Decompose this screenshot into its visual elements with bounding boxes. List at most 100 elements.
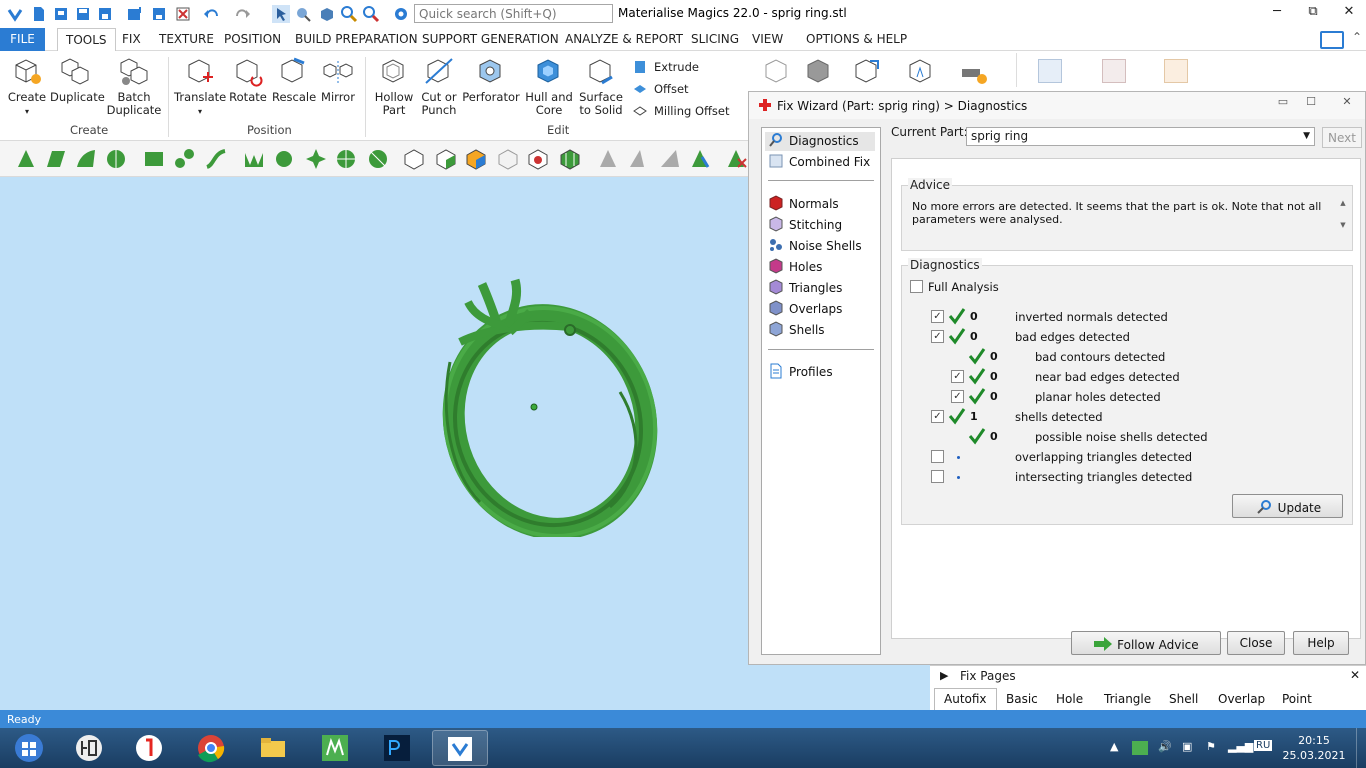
mark-triangle-icon[interactable] [14, 147, 38, 171]
milling-offset-button[interactable]: Milling Offset [632, 103, 730, 119]
mark-segment-icon[interactable] [366, 147, 390, 171]
menu-position[interactable]: POSITION [224, 32, 281, 46]
view-part-icon[interactable] [318, 5, 336, 23]
extra-tool-3[interactable] [850, 55, 884, 91]
select-triangle-icon[interactable] [294, 5, 312, 23]
arrow-gray-1-icon[interactable] [596, 147, 620, 171]
fix-pages-close-icon[interactable]: ✕ [1350, 668, 1360, 682]
update-button[interactable]: Update [1232, 494, 1343, 518]
perforator-button[interactable]: Perforator [462, 55, 520, 104]
menu-build-preparation[interactable]: BUILD PREPARATION [295, 32, 418, 46]
mark-grid-icon[interactable] [334, 147, 358, 171]
tab-shell[interactable]: Shell [1169, 692, 1198, 706]
surface-to-solid-button[interactable]: Surface to Solid [578, 55, 624, 117]
mark-part-color-icon[interactable] [464, 147, 488, 171]
mark-plane-icon[interactable] [44, 147, 68, 171]
network-flag-icon[interactable]: ⚑ [1206, 740, 1216, 753]
full-analysis-checkbox[interactable] [910, 280, 923, 293]
bad-edges-checkbox[interactable]: ✓ [931, 330, 944, 343]
hull-core-button[interactable]: Hull and Core [524, 55, 574, 117]
menu-support-generation[interactable]: SUPPORT GENERATION [422, 32, 559, 46]
extra-tool-6[interactable] [1038, 59, 1062, 83]
new-file-icon[interactable] [30, 5, 48, 23]
menu-file[interactable]: FILE [0, 28, 45, 51]
tab-basic[interactable]: Basic [1006, 692, 1038, 706]
arrow-clear-icon[interactable] [724, 147, 748, 171]
collapse-ribbon-icon[interactable]: ⌃ [1352, 30, 1362, 44]
fix-wizard-close-button[interactable]: ✕ [1335, 95, 1359, 113]
menu-tools[interactable]: TOOLS [57, 28, 116, 52]
hollow-part-button[interactable]: Hollow Part [372, 55, 416, 117]
zoom-icon[interactable] [340, 5, 358, 23]
import-icon[interactable] [126, 5, 144, 23]
signal-icon[interactable]: ▂▄▆ [1228, 740, 1253, 753]
start-button[interactable] [2, 730, 52, 766]
select-part-icon[interactable] [272, 5, 290, 23]
inverted-normals-checkbox[interactable]: ✓ [931, 310, 944, 323]
cut-punch-button[interactable]: Cut or Punch [418, 55, 460, 117]
menu-slicing[interactable]: SLICING [691, 32, 739, 46]
save-all-icon[interactable] [96, 5, 114, 23]
extra-tool-1[interactable] [760, 55, 794, 91]
close-dialog-button[interactable]: Close [1227, 631, 1285, 655]
near-bad-edges-checkbox[interactable]: ✓ [951, 370, 964, 383]
mark-shell-icon[interactable] [104, 147, 128, 171]
tab-triangle[interactable]: Triangle [1104, 692, 1151, 706]
mirror-button[interactable]: Mirror [318, 55, 358, 104]
quick-search-input[interactable]: Quick search (Shift+Q) [414, 4, 613, 23]
nav-triangles[interactable]: Triangles [768, 279, 842, 298]
arrow-gray-2-icon[interactable] [626, 147, 650, 171]
settings-icon[interactable] [392, 5, 410, 23]
show-hidden-icons[interactable]: ▲ [1110, 740, 1118, 753]
taskbar-explorer[interactable] [246, 730, 302, 766]
nav-noise-shells[interactable]: Noise Shells [768, 237, 862, 256]
tab-hole[interactable]: Hole [1056, 692, 1083, 706]
extra-tool-8[interactable] [1164, 59, 1188, 83]
nav-normals[interactable]: Normals [768, 195, 839, 214]
redo-icon[interactable] [234, 5, 252, 23]
tab-point[interactable]: Point [1282, 692, 1312, 706]
mark-curve-icon[interactable] [204, 147, 228, 171]
minimize-button[interactable]: ─ [1262, 4, 1292, 22]
expand-arrow-icon[interactable]: ▶ [940, 669, 948, 682]
intersecting-triangles-checkbox[interactable] [931, 470, 944, 483]
unmark-part-icon[interactable] [402, 147, 426, 171]
language-indicator[interactable]: RU [1254, 740, 1273, 751]
tray-magics-icon[interactable] [1132, 741, 1148, 755]
mark-surface-icon[interactable] [74, 147, 98, 171]
planar-holes-checkbox[interactable]: ✓ [951, 390, 964, 403]
nav-profiles[interactable]: Profiles [768, 363, 833, 382]
taskbar-photoshop[interactable] [370, 730, 426, 766]
close-part-icon[interactable] [174, 5, 192, 23]
taskbar-browser-yu[interactable] [62, 730, 118, 766]
taskbar-magics-active[interactable] [432, 730, 488, 766]
duplicate-button[interactable]: Duplicate [50, 55, 105, 104]
advice-scrollbar[interactable]: ▲ ▼ [1336, 192, 1350, 240]
menu-fix[interactable]: FIX [122, 32, 141, 46]
help-button[interactable]: Help [1293, 631, 1349, 655]
arrow-gray-3-icon[interactable] [658, 147, 682, 171]
offset-button[interactable]: Offset [632, 81, 689, 97]
mark-rectangle-icon[interactable] [142, 147, 166, 171]
mark-cloud-icon[interactable] [272, 147, 296, 171]
menu-options-help[interactable]: OPTIONS & HELP [806, 32, 907, 46]
taskbar-chrome[interactable] [184, 730, 240, 766]
extra-tool-7[interactable] [1102, 59, 1126, 83]
volume-icon[interactable]: 🔊 [1158, 740, 1172, 753]
mark-grid-part-icon[interactable] [558, 147, 582, 171]
taskbar-yandex[interactable] [122, 730, 178, 766]
extrude-button[interactable]: Extrude [632, 59, 699, 75]
tray-device-icon[interactable]: ▣ [1182, 740, 1192, 753]
rescale-button[interactable]: Rescale [272, 55, 316, 104]
shells-checkbox[interactable]: ✓ [931, 410, 944, 423]
invert-marking-icon[interactable] [496, 147, 520, 171]
zoom-out-icon[interactable] [362, 5, 380, 23]
app-logo-icon[interactable] [6, 5, 24, 23]
fix-wizard-maximize-button[interactable]: ☐ [1299, 95, 1323, 113]
extra-tool-5[interactable] [956, 55, 990, 91]
batch-duplicate-button[interactable]: Batch Duplicate [106, 55, 162, 117]
follow-advice-button[interactable]: Follow Advice [1071, 631, 1221, 655]
overlapping-triangles-checkbox[interactable] [931, 450, 944, 463]
mark-star-icon[interactable] [304, 147, 328, 171]
rotate-button[interactable]: Rotate [228, 55, 268, 104]
